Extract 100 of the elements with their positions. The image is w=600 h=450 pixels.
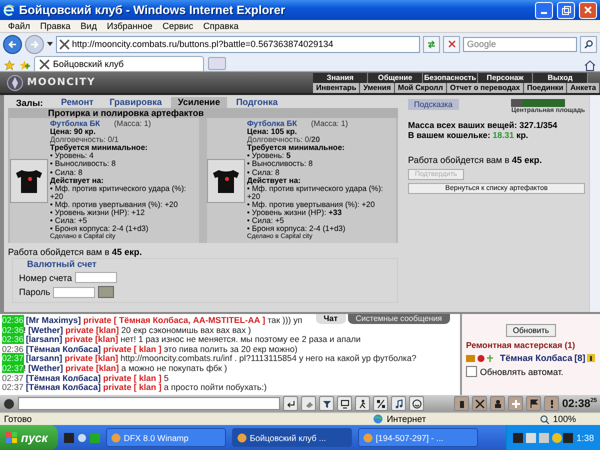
toolbar-button[interactable] bbox=[472, 396, 488, 411]
chat-tab[interactable]: Системные сообщения bbox=[348, 314, 450, 324]
add-star-icon[interactable] bbox=[19, 60, 30, 71]
cross-icon bbox=[510, 398, 521, 408]
message-sender[interactable]: [larsann] bbox=[26, 334, 62, 344]
wallet-unit: кр. bbox=[516, 130, 528, 140]
monitor-icon bbox=[340, 398, 350, 408]
message-recipients: private [klan] bbox=[65, 324, 119, 335]
account-field[interactable] bbox=[75, 272, 118, 284]
toolbar-button[interactable] bbox=[373, 396, 388, 411]
taskbar-clock: 1:38 bbox=[576, 432, 594, 442]
maximize-button[interactable] bbox=[557, 2, 575, 18]
menu-item[interactable]: Вид bbox=[80, 21, 97, 31]
search-icon bbox=[584, 40, 593, 48]
toolbar-button[interactable] bbox=[337, 396, 352, 411]
taskbar-button[interactable]: Бойцовский клуб ... bbox=[232, 428, 352, 447]
restore-icon bbox=[562, 6, 570, 14]
room-title: Ремонтная мастерская (1) bbox=[466, 340, 576, 350]
message-text: это пива полить за 20 екр можно) bbox=[164, 344, 298, 354]
message-recipients: private [klan] bbox=[64, 353, 118, 364]
scrollbar[interactable] bbox=[589, 95, 600, 312]
menu-item[interactable]: Правка bbox=[40, 21, 71, 31]
refresh-button[interactable]: Обновить bbox=[506, 324, 556, 337]
star-icon[interactable] bbox=[4, 60, 15, 71]
windows-flag-icon bbox=[6, 432, 17, 443]
toolbar-button[interactable] bbox=[283, 396, 298, 411]
toolbar-button[interactable] bbox=[544, 396, 560, 411]
message-sender[interactable]: [Wether] bbox=[28, 324, 63, 335]
toolbar-button[interactable] bbox=[391, 396, 406, 411]
search-button[interactable] bbox=[580, 36, 597, 52]
back-button[interactable] bbox=[3, 34, 22, 54]
hall-tab[interactable]: Усиление bbox=[170, 97, 228, 108]
zoom-level[interactable]: 100% bbox=[552, 414, 576, 424]
toolbar-button[interactable] bbox=[409, 396, 424, 411]
password-field[interactable] bbox=[53, 286, 96, 298]
message-sender[interactable]: [Mr Maximys] bbox=[26, 315, 81, 325]
app-icon bbox=[110, 432, 121, 442]
globe-icon bbox=[372, 414, 383, 424]
message-sender[interactable]: [Wether] bbox=[28, 362, 63, 373]
auto-refresh-label: Обновлять автомат. bbox=[480, 366, 564, 376]
message-sender[interactable]: [Тёмная Колбаса] bbox=[26, 372, 101, 383]
stop-button[interactable] bbox=[443, 36, 460, 52]
hint-button[interactable]: Подсказка bbox=[408, 99, 459, 110]
home-icon[interactable] bbox=[584, 60, 596, 71]
account-label: Номер счета bbox=[19, 272, 72, 283]
head-icon[interactable] bbox=[3, 398, 15, 410]
wallet-amount: 18.31 bbox=[492, 130, 514, 140]
message-text: нет! 1 раз износ не меняется. мы поэтому ее 2 раза и апали bbox=[120, 334, 361, 344]
taskbar-button[interactable]: DFX 8.0 Winamp bbox=[106, 428, 226, 447]
window-title: Бойцовский клуб - Windows Internet Explorer bbox=[19, 3, 286, 17]
auto-refresh-checkbox[interactable] bbox=[466, 366, 477, 377]
user-name[interactable]: Тёмная Колбаса bbox=[500, 353, 572, 363]
crossed-swords-icon bbox=[59, 38, 70, 50]
message-time: 02:36 bbox=[2, 324, 24, 335]
taskbar-button[interactable]: [194-507-297] - ... bbox=[358, 428, 478, 447]
toolbar-button[interactable] bbox=[490, 396, 506, 411]
toolbar-button[interactable] bbox=[319, 396, 334, 411]
smiley-icon bbox=[412, 398, 422, 408]
message-sender[interactable]: [larsann] bbox=[26, 353, 62, 364]
chat-tab[interactable]: Чат bbox=[316, 314, 346, 324]
password-label: Пароль bbox=[19, 287, 50, 298]
message-sender[interactable]: [Тёмная Колбаса] bbox=[26, 382, 101, 392]
browser-tab[interactable]: Бойцовский клуб bbox=[34, 56, 204, 71]
filter-icon bbox=[322, 398, 332, 408]
message-time: 02:36 bbox=[2, 315, 24, 325]
menu-item[interactable]: Избранное bbox=[106, 21, 152, 31]
message-recipients: private [ klan ] bbox=[103, 382, 162, 392]
toolbar-button[interactable] bbox=[526, 396, 542, 411]
hall-tab[interactable]: Гравировка bbox=[102, 97, 169, 108]
menu-item[interactable]: Справка bbox=[203, 21, 239, 31]
refresh-button[interactable] bbox=[423, 36, 440, 52]
keyboard-icon[interactable] bbox=[98, 286, 114, 298]
address-field[interactable]: http://mooncity.combats.ru/buttons.pl?battle=0.567363874029134 bbox=[56, 36, 420, 52]
crossed-swords-icon bbox=[39, 58, 50, 70]
toolbar-button[interactable] bbox=[454, 396, 470, 411]
url-text: http://mooncity.combats.ru/buttons.pl?battle=0.567363874029134 bbox=[72, 39, 334, 49]
message-recipients: private [ Тёмная Колбаса, AA-MSTITEL-AA ] bbox=[83, 315, 266, 325]
message-time: 02:37 bbox=[2, 372, 24, 383]
hall-tab[interactable]: Ремонт bbox=[54, 97, 101, 108]
message-text: 5 bbox=[164, 372, 169, 383]
music-note-icon bbox=[394, 398, 404, 408]
hall-tab[interactable]: Подгонка bbox=[229, 97, 285, 108]
menu-item[interactable]: Файл bbox=[8, 21, 30, 31]
message-text: а можно не покупать фбк ) bbox=[121, 362, 228, 373]
toolbar-button[interactable] bbox=[355, 396, 370, 411]
message-recipients: private [klan] bbox=[64, 334, 118, 344]
minimize-button[interactable] bbox=[535, 2, 553, 18]
info-icon[interactable] bbox=[587, 354, 596, 362]
message-mark: ! bbox=[24, 362, 26, 373]
chat-input[interactable] bbox=[18, 397, 280, 410]
wallet-label: В вашем кошельке: bbox=[408, 130, 490, 140]
logo-text: MOONCITY bbox=[27, 77, 96, 88]
menu-item[interactable]: Сервис bbox=[162, 21, 194, 31]
close-button[interactable] bbox=[579, 2, 597, 18]
message-text: 20 екр сэкономишь вах вах вах ) bbox=[121, 324, 252, 335]
halls-label: Залы: bbox=[15, 98, 44, 108]
walking-figure-icon bbox=[358, 398, 368, 408]
account-title: Валютный счет bbox=[27, 259, 98, 270]
message-sender[interactable]: [Тёмная Колбаса] bbox=[26, 344, 101, 354]
search-field[interactable]: Google bbox=[463, 36, 577, 52]
